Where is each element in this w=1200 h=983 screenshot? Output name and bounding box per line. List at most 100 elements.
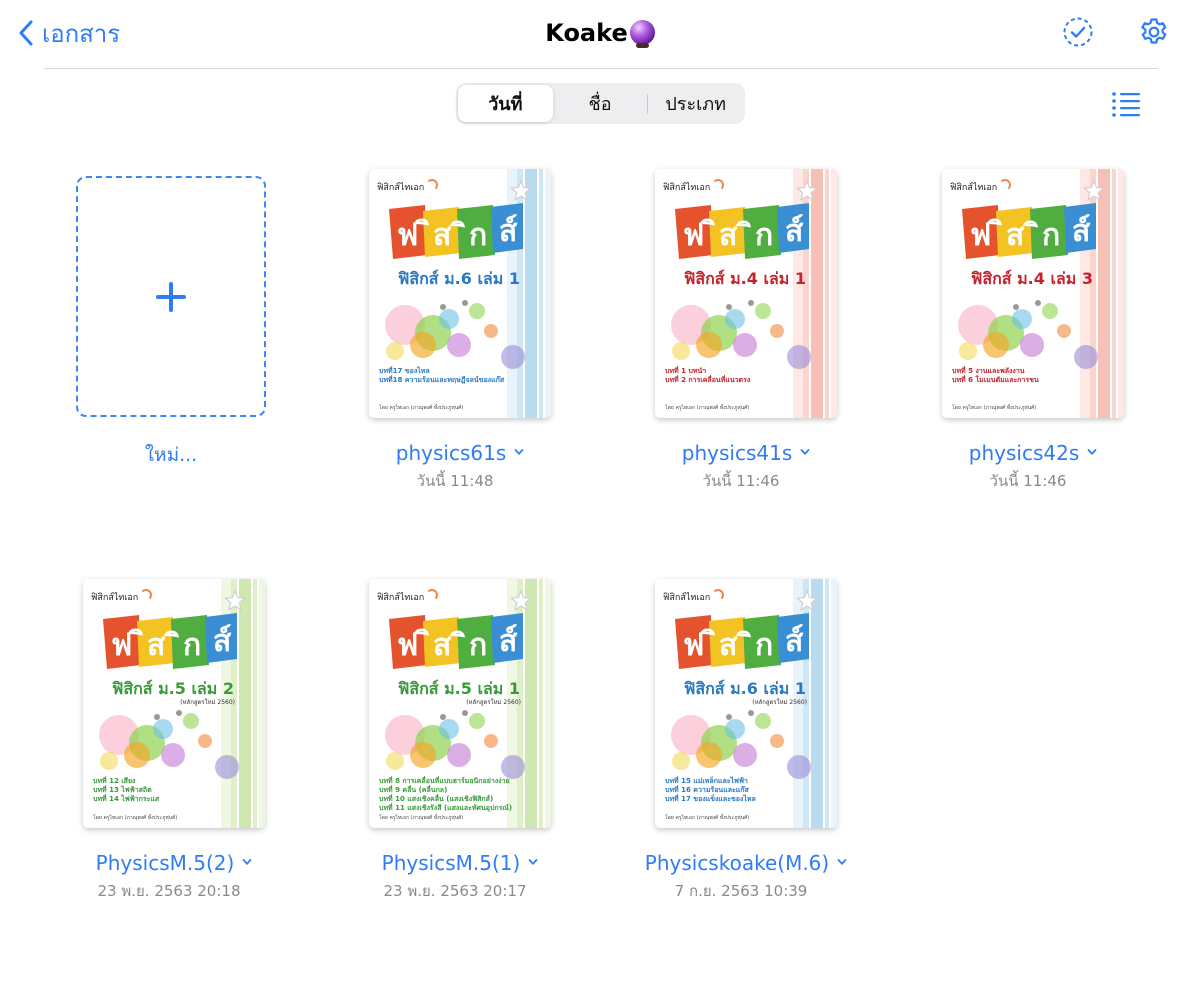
document-name-6[interactable]: Physicskoake(M.6) [616, 851, 876, 875]
document-thumbnail-4[interactable]: ฟิสิกส์ไทเอก ฟิสิกส์ ฟิสิกส์ ม.5 เล่ม 2 … [83, 579, 265, 828]
cover-chapter-line: บทที่ 2 การเคลื่อนที่แนวตรง [665, 376, 751, 384]
svg-text:ก: ก [755, 628, 773, 663]
cover-logo: ฟิสิกส์ [962, 203, 1096, 259]
cover-chapters: บทที่ 1 บทนำ บทที่ 2 การเคลื่อนที่แนวตรง [665, 367, 815, 385]
cover-author: โดย ครูไทเอก (ภาณุพงศ์ ทั้งประภูหุ่นศ์) [93, 815, 178, 821]
cover-stripe [1112, 169, 1116, 418]
svg-text:ส์: ส์ [785, 624, 804, 659]
cover-chapter-line: บทที่ 5 งานและพลังงาน [952, 367, 1025, 375]
list-view-icon[interactable] [1110, 90, 1142, 118]
svg-text:ส: ส [433, 628, 452, 663]
cover-author: โดย ครูไทเอก (ภาณุพงศ์ ทั้งประภูหุ่นศ์) [665, 405, 750, 411]
cover-chapter-line: บทที่ 14 ไฟฟ้ากระแส [93, 795, 160, 803]
document-name-2[interactable]: physics41s [616, 441, 876, 465]
cover-chapters: บทที่ 12 เสียง บทที่ 13 ไฟฟ้าสถิต บทที่ 14… [93, 777, 243, 804]
cover-chapters: บทที่ 15 แม่เหล็กและไฟฟ้า บทที่ 16 ความร้… [665, 777, 815, 804]
cover-brand: ฟิสิกส์ไทเอก [663, 589, 724, 604]
cover-chapters: บทที่ 5 งานและพลังงาน บทที่ 6 โมเมนตัมและ… [952, 367, 1102, 385]
star-icon [509, 179, 533, 202]
svg-text:ส: ส [433, 218, 452, 253]
document-name-text: physics42s [968, 441, 1080, 465]
cover-logo: ฟิสิกส์ [675, 613, 809, 669]
sort-option-name[interactable]: ชื่อ [553, 85, 648, 122]
document-thumbnail-3[interactable]: ฟิสิกส์ไทเอก ฟิสิกส์ ฟิสิกส์ ม.4 เล่ม 3 [942, 169, 1124, 418]
svg-text:ส์: ส์ [1072, 214, 1091, 249]
cover-author: โดย ครูไทเอก (ภาณุพงศ์ ทั้งประภูหุ่นศ์) [665, 815, 750, 821]
cover-stripe [545, 169, 551, 418]
svg-text:ส์: ส์ [499, 624, 518, 659]
cover-chapter-line: บทที่ 13 ไฟฟ้าสถิต [93, 786, 152, 794]
svg-text:ส: ส [719, 628, 738, 663]
star-icon [795, 589, 819, 612]
cover-stripe [539, 579, 543, 828]
cover-chapter-line: บทที่18 ความร้อนและทฤษฎีจลน์ของแก๊ส [379, 376, 505, 384]
new-document-label[interactable]: ใหม่... [76, 440, 266, 470]
sort-segmented-control: วันที่ ชื่อ ประเภท [456, 83, 745, 124]
cover-blobs [385, 300, 525, 369]
new-document-button[interactable] [76, 176, 266, 417]
cover-chapter-line: บทที่ 16 ความร้อนและแก๊ส [665, 786, 749, 794]
document-thumbnail-6[interactable]: ฟิสิกส์ไทเอก ฟิสิกส์ ฟิสิกส์ ม.6 เล่ม 1 … [655, 579, 837, 828]
document-name-3[interactable]: physics42s [903, 441, 1163, 465]
document-name-text: physics41s [681, 441, 793, 465]
svg-text:ฟ: ฟ [111, 628, 132, 663]
document-thumbnail-5[interactable]: ฟิสิกส์ไทเอก ฟิสิกส์ ฟิสิกส์ ม.5 เล่ม 1 … [369, 579, 551, 828]
chevron-down-icon [1087, 449, 1097, 455]
cover-subtitle: ฟิสิกส์ ม.4 เล่ม 3 [971, 269, 1093, 288]
svg-text:ก: ก [183, 628, 201, 663]
star-icon [223, 589, 247, 612]
document-date-2: วันนี้ 11:46 [702, 472, 780, 490]
cover-stripe [259, 579, 265, 828]
document-name-text: PhysicsM.5(2) [95, 851, 235, 875]
cover-brand: ฟิสิกส์ไทเอก [377, 589, 438, 604]
navigation-bar: เอกสาร Koake [0, 0, 1200, 68]
chevron-down-icon [800, 449, 810, 455]
svg-text:ฟ: ฟ [683, 218, 704, 253]
document-date-4: 23 พ.ย. 2563 20:18 [97, 882, 241, 900]
checkmark-circle-dashed-icon[interactable] [1062, 16, 1094, 48]
cover-chapter-line: บทที่ 6 โมเมนตัมและการชน [952, 376, 1039, 384]
cover-author: โดย ครูไทเอก (ภาณุพงศ์ ทั้งประภูหุ่นศ์) [379, 815, 464, 821]
chevron-down-icon [514, 449, 524, 455]
page-title-text: Koake [545, 19, 628, 47]
star-icon [509, 589, 533, 612]
cover-chapter-line: บทที่ 10 แสงเชิงคลื่น (แสงเชิงฟิสิกส์) [379, 795, 494, 803]
gear-icon[interactable] [1138, 16, 1170, 48]
cover-subtitle: ฟิสิกส์ ม.4 เล่ม 1 [684, 269, 806, 288]
cover-brand: ฟิสิกส์ไทเอก [377, 179, 438, 194]
cover-blobs [385, 710, 525, 779]
star-icon [795, 179, 819, 202]
document-thumbnail-1[interactable]: ฟิสิกส์ไทเอก ฟิสิกส์ ฟิสิกส์ ม.6 เล่ม 1 [369, 169, 551, 418]
document-name-4[interactable]: PhysicsM.5(2) [44, 851, 304, 875]
cover-chapter-line: บทที่ 12 เสียง [93, 777, 136, 785]
cover-blobs [671, 300, 811, 369]
cover-blobs [99, 710, 239, 779]
document-name-1[interactable]: physics61s [330, 441, 590, 465]
document-date-1: วันนี้ 11:48 [416, 472, 494, 490]
cover-stripe [831, 579, 837, 828]
cover-brand: ฟิสิกส์ไทเอก [663, 179, 724, 194]
svg-text:ส์: ส์ [499, 214, 518, 249]
cover-stripe [545, 579, 551, 828]
cover-stripe [825, 579, 829, 828]
document-name-text: PhysicsM.5(1) [381, 851, 521, 875]
svg-text:ก: ก [469, 218, 487, 253]
chevron-down-icon [837, 859, 847, 865]
svg-text:ฟ: ฟ [970, 218, 991, 253]
svg-text:ฟ: ฟ [683, 628, 704, 663]
document-date-6: 7 ก.ย. 2563 10:39 [674, 882, 808, 900]
svg-text:ส: ส [147, 628, 166, 663]
cover-author: โดย ครูไทเอก (ภาณุพงศ์ ทั้งประภูหุ่นศ์) [379, 405, 464, 411]
svg-text:ฟ: ฟ [397, 218, 418, 253]
cover-chapter-line: บทที่ 9 คลื่น (คลื่นกล) [379, 786, 448, 794]
cover-chapter-line: บทที่ 17 ของแข็งและของไหล [665, 795, 756, 803]
document-thumbnail-2[interactable]: ฟิสิกส์ไทเอก ฟิสิกส์ ฟิสิกส์ ม.4 เล่ม 1 [655, 169, 837, 418]
sort-option-type[interactable]: ประเภท [648, 85, 743, 122]
sort-option-date[interactable]: วันที่ [458, 85, 553, 122]
cover-author: โดย ครูไทเอก (ภาณุพงศ์ ทั้งประภูหุ่นศ์) [952, 405, 1037, 411]
cover-logo: ฟิสิกส์ [675, 203, 809, 259]
cover-stripe [831, 169, 837, 418]
star-icon [1082, 179, 1106, 202]
document-name-5[interactable]: PhysicsM.5(1) [330, 851, 590, 875]
svg-text:ส์: ส์ [785, 214, 804, 249]
